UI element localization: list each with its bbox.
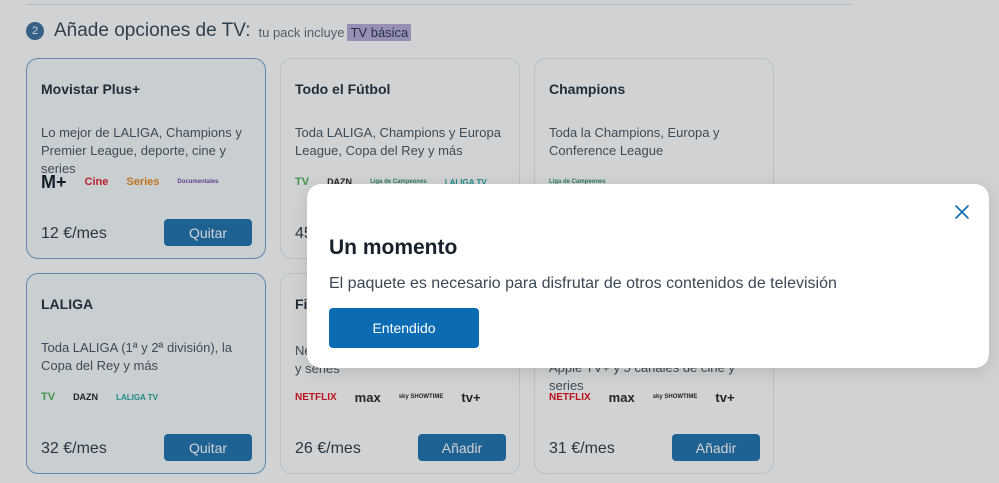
understood-button[interactable]: Entendido: [329, 308, 479, 348]
modal-message: El paquete es necesario para disfrutar d…: [329, 275, 837, 292]
page: 2 Añade opciones de TV: tu pack incluye …: [0, 0, 999, 483]
confirmation-modal: Un momento El paquete es necesario para …: [307, 184, 989, 368]
close-icon[interactable]: [954, 204, 970, 220]
modal-title: Un momento: [329, 236, 458, 259]
